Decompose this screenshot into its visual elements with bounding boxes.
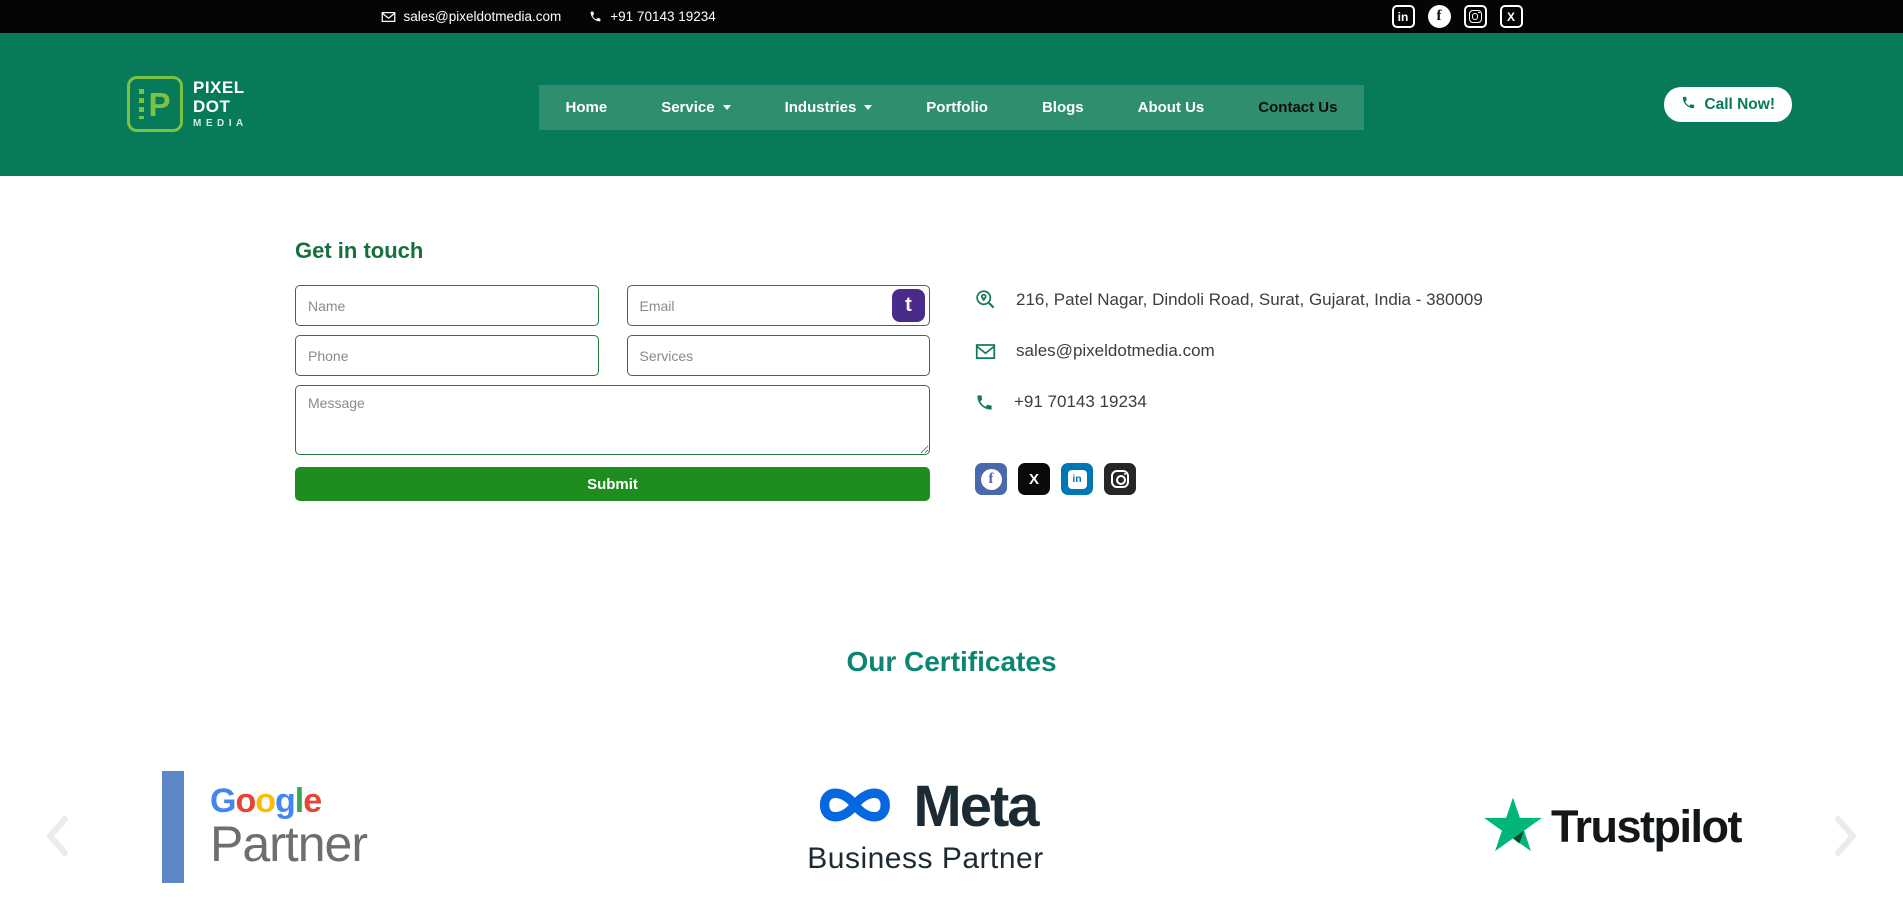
google-partner-logo: Google Partner	[162, 771, 367, 883]
logo-mark-icon: P	[127, 76, 183, 132]
message-textarea[interactable]	[295, 385, 930, 455]
contact-info: 216, Patel Nagar, Dindoli Road, Surat, G…	[975, 289, 1483, 443]
google-partner-bar	[162, 771, 184, 883]
email-input[interactable]	[627, 285, 931, 326]
email-text[interactable]: sales@pixeldotmedia.com	[1016, 341, 1215, 361]
chevron-down-icon	[723, 105, 731, 110]
address-text: 216, Patel Nagar, Dindoli Road, Surat, G…	[1016, 290, 1483, 310]
facebook-icon[interactable]: f	[1428, 5, 1451, 28]
carousel-next-button[interactable]	[1833, 814, 1859, 861]
meta-business-partner-text: Business Partner	[807, 842, 1043, 876]
page-content: Get in touch t Submit 216,	[0, 176, 1903, 914]
phone-icon	[1681, 95, 1696, 115]
site-logo[interactable]: P PIXEL DOT MEDIA	[127, 76, 248, 132]
meta-wordmark: Meta	[913, 778, 1037, 836]
nav-item-about-us[interactable]: About Us	[1111, 85, 1232, 130]
contact-form: t Submit	[295, 285, 930, 501]
location-search-icon	[975, 289, 996, 310]
trustpilot-wordmark: Trustpilot	[1551, 801, 1741, 853]
top-bar: sales@pixeldotmedia.com +91 70143 19234 …	[0, 0, 1903, 33]
phone-row: +91 70143 19234	[975, 392, 1483, 412]
google-wordmark: Google	[210, 784, 367, 818]
phone-icon	[589, 10, 602, 23]
topbar-email-text: sales@pixeldotmedia.com	[404, 9, 562, 24]
nav-item-service[interactable]: Service	[634, 85, 757, 130]
phone-text[interactable]: +91 70143 19234	[1014, 392, 1147, 412]
nav-item-home[interactable]: Home	[539, 85, 635, 130]
phone-input[interactable]	[295, 335, 599, 376]
nav-item-industries[interactable]: Industries	[758, 85, 900, 130]
carousel-prev-button[interactable]	[44, 814, 70, 861]
trustpilot-logo: Trustpilot	[1484, 797, 1741, 858]
logo-text-dot: DOT	[193, 98, 248, 116]
logo-text-media: MEDIA	[193, 118, 248, 129]
name-input[interactable]	[295, 285, 599, 326]
linkedin-icon[interactable]: in	[1392, 5, 1415, 28]
address-row: 216, Patel Nagar, Dindoli Road, Surat, G…	[975, 289, 1483, 310]
logo-text-pixel: PIXEL	[193, 79, 248, 97]
google-partner-text: Partner	[210, 818, 367, 871]
x-icon[interactable]: X	[1018, 463, 1050, 495]
main-nav: Home Service Industries Portfolio Blogs …	[539, 85, 1365, 130]
get-in-touch-heading: Get in touch	[295, 238, 423, 264]
x-icon[interactable]: X	[1500, 5, 1523, 28]
services-input[interactable]	[627, 335, 931, 376]
trustpilot-star-icon	[1484, 797, 1542, 858]
facebook-icon[interactable]: f	[975, 463, 1007, 495]
topbar-phone-text: +91 70143 19234	[610, 9, 715, 24]
nav-item-portfolio[interactable]: Portfolio	[899, 85, 1015, 130]
social-links: f X in	[975, 463, 1136, 495]
email-row: sales@pixeldotmedia.com	[975, 341, 1483, 361]
site-header: P PIXEL DOT MEDIA Home Service Industrie…	[0, 33, 1903, 176]
nav-item-blogs[interactable]: Blogs	[1015, 85, 1111, 130]
chevron-down-icon	[864, 105, 872, 110]
envelope-icon	[381, 11, 396, 23]
meta-business-partner-logo: Meta Business Partner	[807, 778, 1043, 876]
topbar-email-link[interactable]: sales@pixeldotmedia.com	[381, 9, 562, 24]
nav-item-contact-us[interactable]: Contact Us	[1231, 85, 1364, 130]
instagram-icon[interactable]	[1104, 463, 1136, 495]
submit-button[interactable]: Submit	[295, 467, 930, 501]
topbar-phone-link[interactable]: +91 70143 19234	[589, 9, 715, 24]
envelope-icon	[975, 343, 996, 360]
instagram-icon[interactable]	[1464, 5, 1487, 28]
browser-extension-icon[interactable]: t	[892, 289, 925, 322]
meta-infinity-icon	[813, 782, 901, 833]
certificates-heading: Our Certificates	[0, 646, 1903, 678]
certificates-carousel: Google Partner Meta Business Partner Tru…	[0, 771, 1903, 883]
phone-icon	[975, 393, 994, 412]
call-now-button[interactable]: Call Now!	[1664, 87, 1792, 122]
linkedin-icon[interactable]: in	[1061, 463, 1093, 495]
